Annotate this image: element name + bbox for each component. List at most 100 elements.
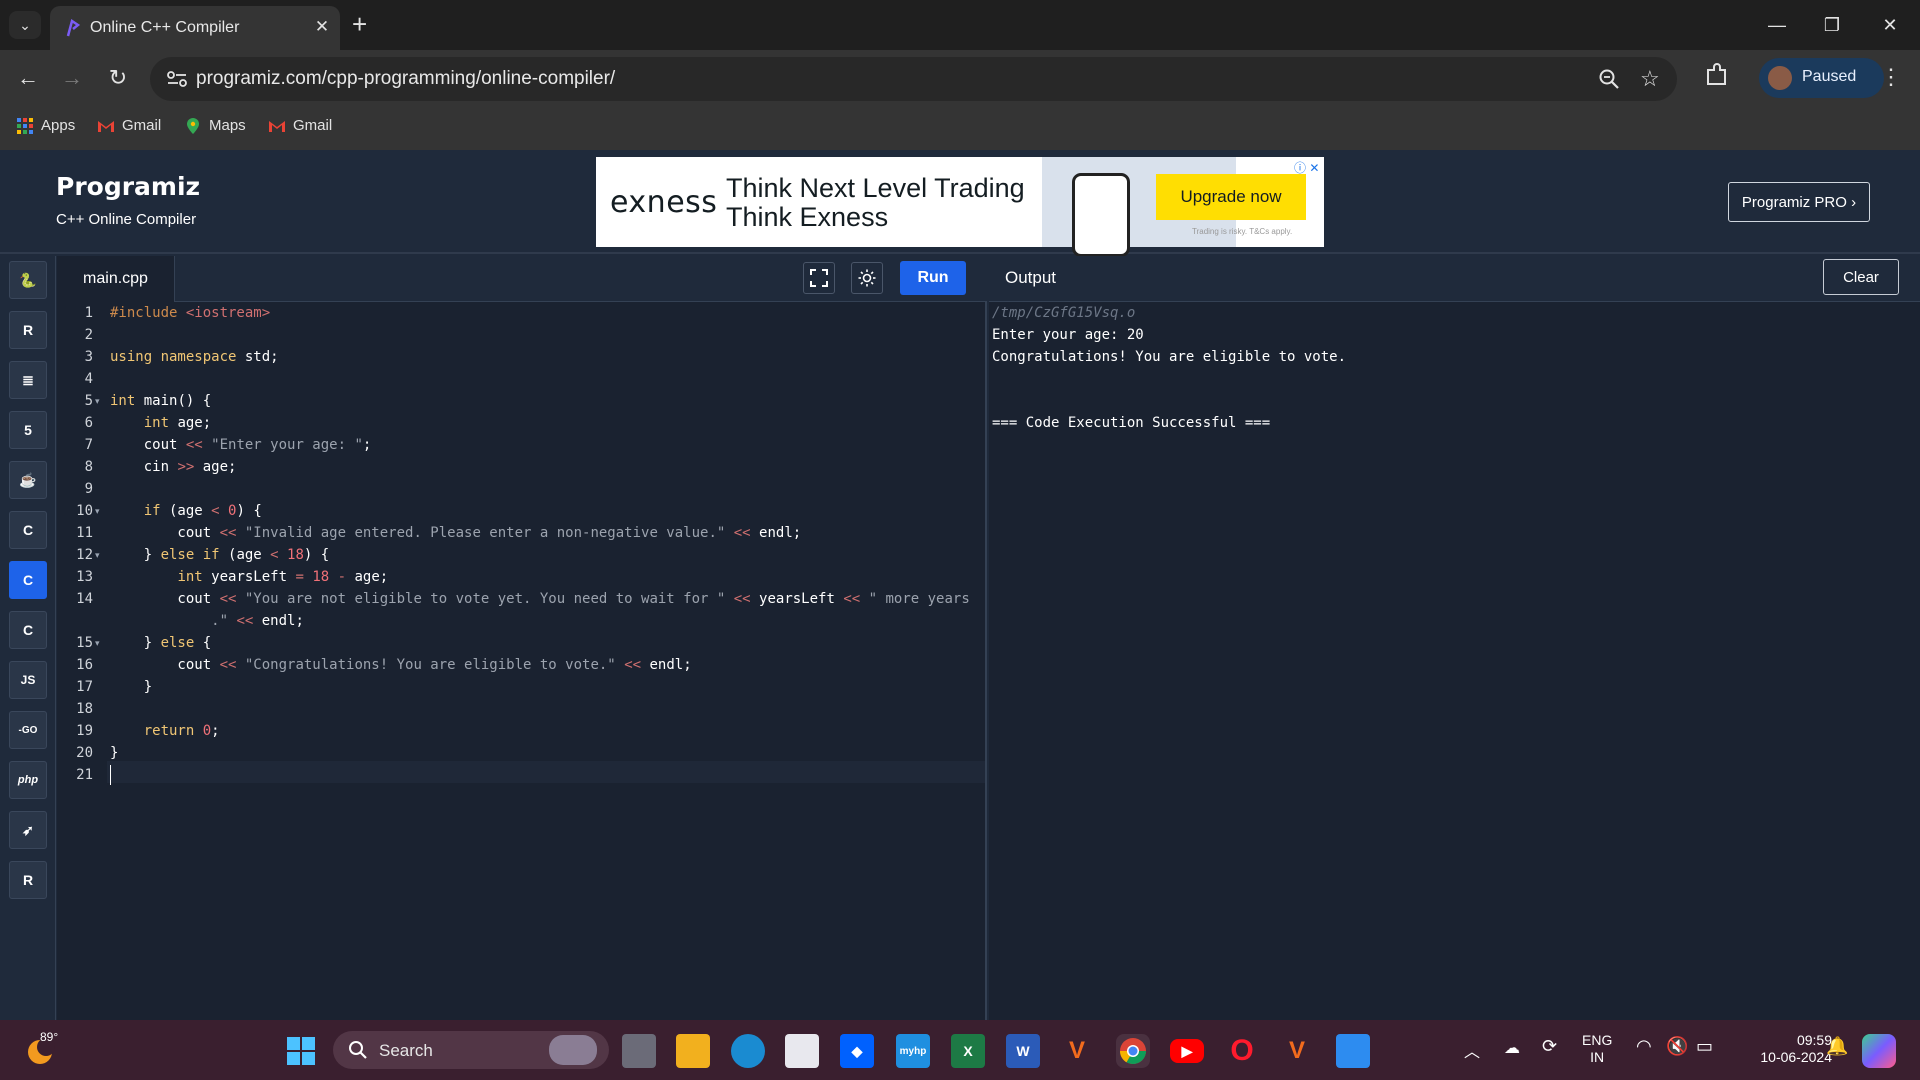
reload-button[interactable]: ↻ [102, 62, 134, 94]
bookmark-maps[interactable]: Maps [184, 117, 246, 134]
programiz-logo[interactable]: Programiz [56, 172, 200, 201]
code-line: if (age < 0) { [143, 503, 262, 519]
clock-time: 09:59 [1796, 1032, 1832, 1048]
chrome-icon[interactable] [1116, 1034, 1150, 1068]
tab-search-button[interactable]: ⌄ [9, 11, 41, 39]
task-view-icon[interactable] [622, 1034, 656, 1068]
show-hidden-icons-icon[interactable]: ︿ [1464, 1038, 1480, 1062]
url-text[interactable]: programiz.com/cpp-programming/online-com… [196, 68, 615, 90]
clear-button[interactable]: Clear [1823, 259, 1899, 295]
edge-icon[interactable] [731, 1034, 765, 1068]
minimize-button[interactable]: — [1757, 8, 1797, 42]
code-line: ." << endl; [211, 613, 304, 629]
browser-menu-icon[interactable]: ⋮ [1880, 64, 1902, 90]
php-icon[interactable]: php [9, 761, 47, 799]
avatar [1768, 66, 1792, 90]
bookmark-label: Apps [41, 117, 76, 134]
programiz-pro-button[interactable]: Programiz PRO › [1728, 182, 1870, 222]
tab-title: Online C++ Compiler [90, 19, 240, 36]
windows-logo-icon [287, 1037, 315, 1065]
bookmark-gmail[interactable]: Gmail [97, 117, 161, 134]
notification-bell-icon[interactable]: 🔔 [1826, 1036, 1848, 1057]
site-info-icon[interactable] [166, 69, 188, 89]
go-icon[interactable]: -GO [9, 711, 47, 749]
word-icon[interactable]: W [1006, 1034, 1040, 1068]
onedrive-icon[interactable]: ☁ [1504, 1038, 1520, 1058]
js-icon[interactable]: JS [9, 661, 47, 699]
bookmark-star-icon[interactable]: ☆ [1640, 66, 1660, 92]
clock-date: 10-06-2024 [1760, 1049, 1832, 1065]
fold-marker-icon[interactable]: ▾ [95, 544, 100, 566]
ad-close-icon[interactable]: ⓘ ✕ [1294, 159, 1319, 176]
app-v2-icon[interactable]: V [1280, 1034, 1314, 1068]
cpp-icon[interactable]: C [9, 561, 47, 599]
new-tab-button[interactable]: + [352, 10, 367, 38]
fullscreen-button[interactable] [803, 262, 835, 294]
rust-icon[interactable]: R [9, 861, 47, 899]
volume-muted-icon[interactable]: 🔇 [1666, 1036, 1688, 1057]
csharp-icon[interactable]: C [9, 611, 47, 649]
line-number: 11 [76, 525, 93, 541]
java-icon[interactable]: ☕ [9, 461, 47, 499]
clock[interactable]: 09:59 10-06-2024 [1736, 1032, 1832, 1066]
code-line: using namespace std; [110, 349, 279, 365]
c-icon[interactable]: C [9, 511, 47, 549]
code-editor[interactable]: 1 2 3 4 5 6 7 8 9 10 11 12 13 14 15 16 1… [57, 302, 987, 1020]
extensions-icon[interactable] [1704, 62, 1730, 88]
taskbar-search[interactable]: Search [333, 1031, 609, 1069]
youtube-icon[interactable]: ▶ [1170, 1039, 1204, 1063]
sync-icon[interactable]: ⟳ [1542, 1036, 1557, 1057]
app-v-icon[interactable]: V [1060, 1034, 1094, 1068]
active-line-highlight [107, 761, 985, 783]
gmail-icon [98, 120, 114, 132]
zoom-icon[interactable] [1598, 68, 1620, 90]
sql-icon[interactable]: ≣ [9, 361, 47, 399]
wifi-icon[interactable]: ◠ [1636, 1036, 1652, 1057]
paint-icon[interactable] [1336, 1034, 1370, 1068]
output-line: /tmp/CzGfG15Vsq.o [992, 305, 1136, 321]
close-window-button[interactable]: ✕ [1870, 8, 1910, 42]
restore-button[interactable]: ❐ [1812, 8, 1852, 42]
start-button[interactable] [284, 1034, 318, 1068]
microsoft-store-icon[interactable] [785, 1034, 819, 1068]
advertisement-banner[interactable]: exness Think Next Level Trading Think Ex… [596, 157, 1324, 257]
theme-toggle-button[interactable] [851, 262, 883, 294]
tab-close-icon[interactable]: ✕ [312, 17, 332, 37]
output-console[interactable]: /tmp/CzGfG15Vsq.o Enter your age: 20 Con… [989, 302, 1920, 1020]
python-icon[interactable]: 🐍 [9, 261, 47, 299]
output-line: Congratulations! You are eligible to vot… [992, 349, 1347, 365]
browser-tab[interactable]: Online C++ Compiler ✕ [50, 6, 340, 50]
fold-marker-icon[interactable]: ▾ [95, 390, 100, 412]
opera-icon[interactable]: O [1225, 1034, 1259, 1068]
back-button[interactable]: ← [12, 62, 44, 94]
code-line: cout << "You are not eligible to vote ye… [110, 591, 970, 607]
address-bar[interactable]: programiz.com/cpp-programming/online-com… [150, 57, 1677, 101]
code-line: } [110, 679, 153, 695]
dropbox-icon[interactable]: ◆ [840, 1034, 874, 1068]
run-button[interactable]: Run [900, 261, 966, 295]
output-header: Output Clear [989, 256, 1920, 302]
chrome-logo-icon [1119, 1038, 1147, 1065]
bookmarks-bar: Apps Gmail Maps Gmail [0, 108, 1920, 150]
battery-icon[interactable]: ▭ [1696, 1036, 1713, 1057]
code-line: } [110, 745, 119, 761]
ad-cta-button[interactable]: Upgrade now [1156, 174, 1306, 220]
fold-marker-icon[interactable]: ▾ [95, 500, 100, 522]
excel-icon[interactable]: X [951, 1034, 985, 1068]
bookmark-gmail[interactable]: Gmail [268, 117, 332, 134]
html-icon[interactable]: 5 [9, 411, 47, 449]
forward-button[interactable]: → [56, 62, 88, 94]
bookmark-apps[interactable]: Apps [16, 117, 75, 134]
swift-icon[interactable]: ➶ [9, 811, 47, 849]
r-icon[interactable]: R [9, 311, 47, 349]
file-tab-main-cpp[interactable]: main.cpp [57, 256, 175, 302]
line-number: 16 [76, 657, 93, 673]
file-explorer-icon[interactable] [676, 1034, 710, 1068]
fold-marker-icon[interactable]: ▾ [95, 632, 100, 654]
language-indicator[interactable]: ENG IN [1582, 1032, 1612, 1066]
tab-strip: ⌄ Online C++ Compiler ✕ + — ❐ ✕ [0, 0, 1920, 50]
myhp-icon[interactable]: myhp [896, 1034, 930, 1068]
copilot-icon[interactable] [1862, 1034, 1896, 1068]
profile-button[interactable]: Paused [1759, 58, 1884, 98]
gmail-icon [269, 120, 285, 132]
